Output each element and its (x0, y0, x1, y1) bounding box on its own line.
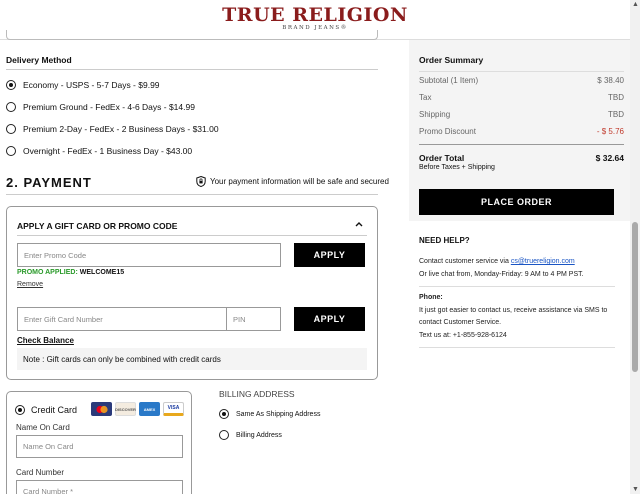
delivery-option-economy[interactable]: Economy - USPS - 5-7 Days - $9.99 (6, 80, 160, 90)
summary-value-discount: - $ 5.76 (596, 127, 624, 136)
page-scrollbar[interactable]: ▲ ▼ (630, 0, 640, 494)
divider (419, 347, 615, 348)
radio-unselected[interactable] (6, 102, 16, 112)
help-chat-text: Or live chat from, Monday-Friday: 9 AM t… (419, 270, 584, 278)
billing-option-label: Billing Address (236, 431, 282, 439)
text-us-number: Text us at: +1-855-928-6124 (419, 331, 507, 339)
name-on-card-input[interactable]: Name On Card (16, 435, 183, 458)
credit-card-panel: Credit Card DISCOVER AMEX VISA Name On C… (6, 391, 192, 494)
order-summary-title: Order Summary (419, 55, 484, 65)
gift-card-pin-input[interactable]: PIN (226, 307, 281, 331)
gift-card-number-input[interactable]: Enter Gift Card Number (17, 307, 227, 331)
summary-value: TBD (608, 110, 624, 119)
summary-row-subtotal: Subtotal (1 Item) $ 38.40 (419, 76, 624, 85)
chevron-up-icon[interactable] (355, 219, 363, 230)
scrollbar-thumb[interactable] (632, 222, 638, 372)
order-total-label: Order Total (419, 153, 465, 163)
promo-panel-heading[interactable]: APPLY A GIFT CARD OR PROMO CODE (17, 221, 177, 231)
divider (419, 144, 624, 145)
order-summary-panel: Order Summary Subtotal (1 Item) $ 38.40 … (409, 40, 630, 221)
delivery-option-label: Premium Ground - FedEx - 4-6 Days - $14.… (23, 102, 195, 112)
secure-text: Your payment information will be safe an… (210, 177, 389, 186)
brand-logo[interactable]: TRUE RELIGION BRAND JEANS® (0, 5, 630, 31)
previous-section-box (6, 30, 378, 40)
billing-option-label: Same As Shipping Address (236, 410, 321, 418)
need-help-title: NEED HELP? (419, 236, 470, 245)
order-total-row: Order Total $ 32.64 (419, 153, 624, 163)
secure-payment-note: Your payment information will be safe an… (196, 176, 389, 187)
apply-promo-button[interactable]: APPLY (294, 243, 365, 267)
divider (6, 194, 378, 195)
credit-card-radio[interactable] (15, 405, 25, 415)
place-order-button[interactable]: PLACE ORDER (419, 189, 614, 215)
summary-row-promo-discount: Promo Discount - $ 5.76 (419, 127, 624, 136)
order-total-note: Before Taxes + Shipping (419, 164, 495, 171)
promo-applied-status: PROMO APPLIED: WELCOME15 (17, 269, 124, 276)
delivery-option-label: Premium 2-Day - FedEx - 2 Business Days … (23, 124, 219, 134)
radio-selected[interactable] (6, 80, 16, 90)
radio-unselected[interactable] (6, 124, 16, 134)
delivery-method-title: Delivery Method (6, 55, 72, 65)
delivery-option-premium-ground[interactable]: Premium Ground - FedEx - 4-6 Days - $14.… (6, 102, 195, 112)
name-on-card-label: Name On Card (16, 423, 70, 432)
billing-option-same[interactable]: Same As Shipping Address (219, 409, 320, 419)
discover-icon: DISCOVER (115, 402, 136, 416)
summary-label: Subtotal (1 Item) (419, 76, 479, 85)
payment-title: 2. PAYMENT (6, 175, 92, 190)
summary-value: $ 38.40 (597, 76, 624, 85)
shield-lock-icon (196, 176, 206, 187)
billing-option-other[interactable]: Billing Address (219, 430, 282, 440)
billing-address-title: BILLING ADDRESS (219, 389, 295, 399)
phone-title: Phone: (419, 294, 443, 301)
divider (419, 286, 615, 287)
summary-label: Shipping (419, 110, 451, 119)
promo-code-input[interactable]: Enter Promo Code (17, 243, 281, 267)
summary-label: Promo Discount (419, 127, 476, 136)
divider (17, 235, 367, 236)
divider (419, 71, 624, 72)
logo-text: TRUE RELIGION (222, 4, 408, 26)
card-number-input[interactable]: Card Number * (16, 480, 183, 494)
radio-selected[interactable] (219, 409, 229, 419)
site-header: TRUE RELIGION BRAND JEANS® (0, 0, 630, 40)
need-help-section: NEED HELP? Contact customer service via … (419, 236, 615, 348)
divider (6, 69, 378, 70)
apply-gift-card-button[interactable]: APPLY (294, 307, 365, 331)
delivery-option-overnight[interactable]: Overnight - FedEx - 1 Business Day - $43… (6, 146, 192, 156)
customer-service-email-link[interactable]: cs@truereligion.com (511, 258, 575, 265)
promo-gift-card-panel: APPLY A GIFT CARD OR PROMO CODE Enter Pr… (6, 206, 378, 380)
order-total-value: $ 32.64 (595, 153, 624, 163)
summary-row-shipping: Shipping TBD (419, 110, 624, 119)
visa-icon: VISA (163, 402, 184, 416)
scroll-up-icon[interactable]: ▲ (632, 1, 639, 8)
accepted-cards: DISCOVER AMEX VISA (91, 402, 184, 416)
amex-icon: AMEX (139, 402, 160, 416)
phone-text-line-2: contact Customer Service. (419, 319, 502, 326)
gift-card-note: Note : Gift cards can only be combined w… (17, 348, 367, 370)
promo-applied-label: PROMO APPLIED: (17, 269, 78, 276)
summary-value: TBD (608, 93, 624, 102)
scroll-down-icon[interactable]: ▼ (632, 486, 639, 493)
delivery-option-label: Overnight - FedEx - 1 Business Day - $43… (23, 146, 193, 156)
check-balance-link[interactable]: Check Balance (17, 336, 74, 345)
phone-text-line-1: It just got easier to contact us, receiv… (419, 306, 608, 314)
summary-label: Tax (419, 93, 432, 102)
credit-card-label[interactable]: Credit Card (31, 405, 77, 415)
radio-unselected[interactable] (219, 430, 229, 440)
delivery-option-label: Economy - USPS - 5-7 Days - $9.99 (23, 80, 160, 90)
summary-row-tax: Tax TBD (419, 93, 624, 102)
delivery-option-premium-2day[interactable]: Premium 2-Day - FedEx - 2 Business Days … (6, 124, 219, 134)
help-contact-text: Contact customer service via cs@truereli… (419, 256, 615, 269)
mastercard-icon (91, 402, 112, 416)
remove-promo-link[interactable]: Remove (17, 281, 43, 288)
radio-unselected[interactable] (6, 146, 16, 156)
promo-applied-code: WELCOME15 (79, 269, 125, 276)
help-contact-prefix: Contact customer service via (419, 258, 511, 265)
card-number-label: Card Number (16, 468, 65, 477)
